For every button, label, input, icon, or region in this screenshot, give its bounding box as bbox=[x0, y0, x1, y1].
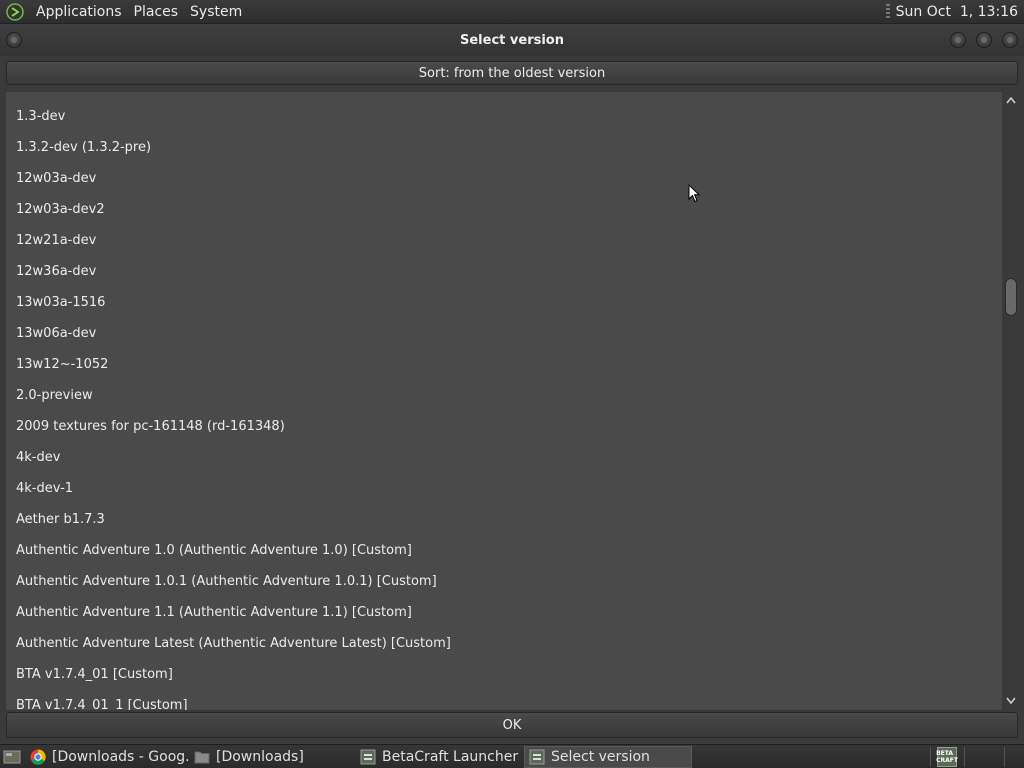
menu-applications[interactable]: Applications bbox=[30, 4, 128, 20]
version-item[interactable]: Authentic Adventure 1.1 (Authentic Adven… bbox=[6, 597, 1002, 628]
task-label: [Downloads] bbox=[216, 748, 304, 765]
version-item[interactable]: Aether b1.7.3 bbox=[6, 504, 1002, 535]
panel-handle[interactable] bbox=[885, 3, 890, 20]
folder-icon bbox=[194, 749, 210, 765]
minimize-button[interactable] bbox=[950, 32, 966, 48]
version-item[interactable]: 1.3-dev bbox=[6, 101, 1002, 132]
maximize-button[interactable] bbox=[976, 32, 992, 48]
select-version-window: Select version Sort: from the oldest ver… bbox=[0, 24, 1024, 744]
window-title: Select version bbox=[460, 32, 564, 48]
version-list[interactable]: 1.3-dev 1.3.2-dev (1.3.2-pre) 12w03a-dev… bbox=[6, 92, 1002, 710]
task-betacraft-launcher[interactable]: BetaCraft Launcher ... bbox=[356, 746, 524, 768]
bottom-panel: [Downloads - Goog... [Downloads] BetaCra… bbox=[0, 744, 1024, 768]
task-label: [Downloads - Goog... bbox=[52, 748, 190, 765]
show-desktop-icon[interactable] bbox=[2, 748, 22, 766]
version-item[interactable]: 12w03a-dev2 bbox=[6, 194, 1002, 225]
betacraft-icon bbox=[529, 749, 545, 765]
version-item[interactable]: BTA v1.7.4_01_1 [Custom] bbox=[6, 690, 1002, 710]
list-top-padding bbox=[6, 92, 1002, 101]
betacraft-icon bbox=[360, 749, 376, 765]
tray-icon-text: BETA CRAFT bbox=[936, 750, 958, 764]
scroll-up-arrow-icon[interactable] bbox=[1006, 95, 1016, 105]
version-item[interactable]: 2009 textures for pc-161148 (rd-161348) bbox=[6, 411, 1002, 442]
version-item[interactable]: Authentic Adventure 1.0 (Authentic Adven… bbox=[6, 535, 1002, 566]
task-label: BetaCraft Launcher ... bbox=[382, 748, 524, 765]
version-item[interactable]: 4k-dev bbox=[6, 442, 1002, 473]
task-label: Select version bbox=[551, 748, 650, 765]
task-select-version[interactable]: Select version bbox=[524, 745, 692, 768]
chrome-icon bbox=[30, 748, 46, 765]
tray-separator bbox=[964, 747, 965, 767]
version-item[interactable]: 12w36a-dev bbox=[6, 256, 1002, 287]
ok-button[interactable]: OK bbox=[6, 712, 1018, 738]
version-item[interactable]: 1.3.2-dev (1.3.2-pre) bbox=[6, 132, 1002, 163]
menu-system[interactable]: System bbox=[184, 4, 248, 20]
clock[interactable]: Sun Oct 1, 13:16 bbox=[896, 4, 1024, 20]
distro-logo-icon[interactable] bbox=[5, 2, 25, 22]
scroll-down-arrow-icon[interactable] bbox=[1006, 696, 1016, 706]
top-panel: Applications Places System Sun Oct 1, 13… bbox=[0, 0, 1024, 24]
version-item[interactable]: 12w21a-dev bbox=[6, 225, 1002, 256]
scroll-thumb[interactable] bbox=[1005, 278, 1017, 316]
window-menu-button[interactable] bbox=[6, 32, 22, 48]
version-item[interactable]: Authentic Adventure 1.0.1 (Authentic Adv… bbox=[6, 566, 1002, 597]
mouse-cursor-icon bbox=[688, 183, 701, 207]
version-item[interactable]: 13w12~-1052 bbox=[6, 349, 1002, 380]
close-button[interactable] bbox=[1002, 32, 1018, 48]
version-item[interactable]: 13w03a-1516 bbox=[6, 287, 1002, 318]
version-item[interactable]: 2.0-preview bbox=[6, 380, 1002, 411]
version-item[interactable]: Authentic Adventure Latest (Authentic Ad… bbox=[6, 628, 1002, 659]
menu-places[interactable]: Places bbox=[128, 4, 185, 20]
task-chrome-downloads[interactable]: [Downloads - Goog... bbox=[26, 746, 190, 768]
task-downloads-folder[interactable]: [Downloads] bbox=[190, 746, 356, 768]
vertical-scrollbar[interactable] bbox=[1002, 92, 1020, 710]
tray-separator bbox=[930, 747, 931, 767]
betacraft-tray-icon[interactable]: BETA CRAFT bbox=[936, 747, 958, 767]
version-item[interactable]: 12w03a-dev bbox=[6, 163, 1002, 194]
titlebar[interactable]: Select version bbox=[0, 24, 1024, 56]
version-item[interactable]: 4k-dev-1 bbox=[6, 473, 1002, 504]
version-item[interactable]: BTA v1.7.4_01 [Custom] bbox=[6, 659, 1002, 690]
sort-button[interactable]: Sort: from the oldest version bbox=[6, 61, 1018, 85]
version-item[interactable]: 13w06a-dev bbox=[6, 318, 1002, 349]
tray-separator bbox=[1004, 747, 1005, 767]
